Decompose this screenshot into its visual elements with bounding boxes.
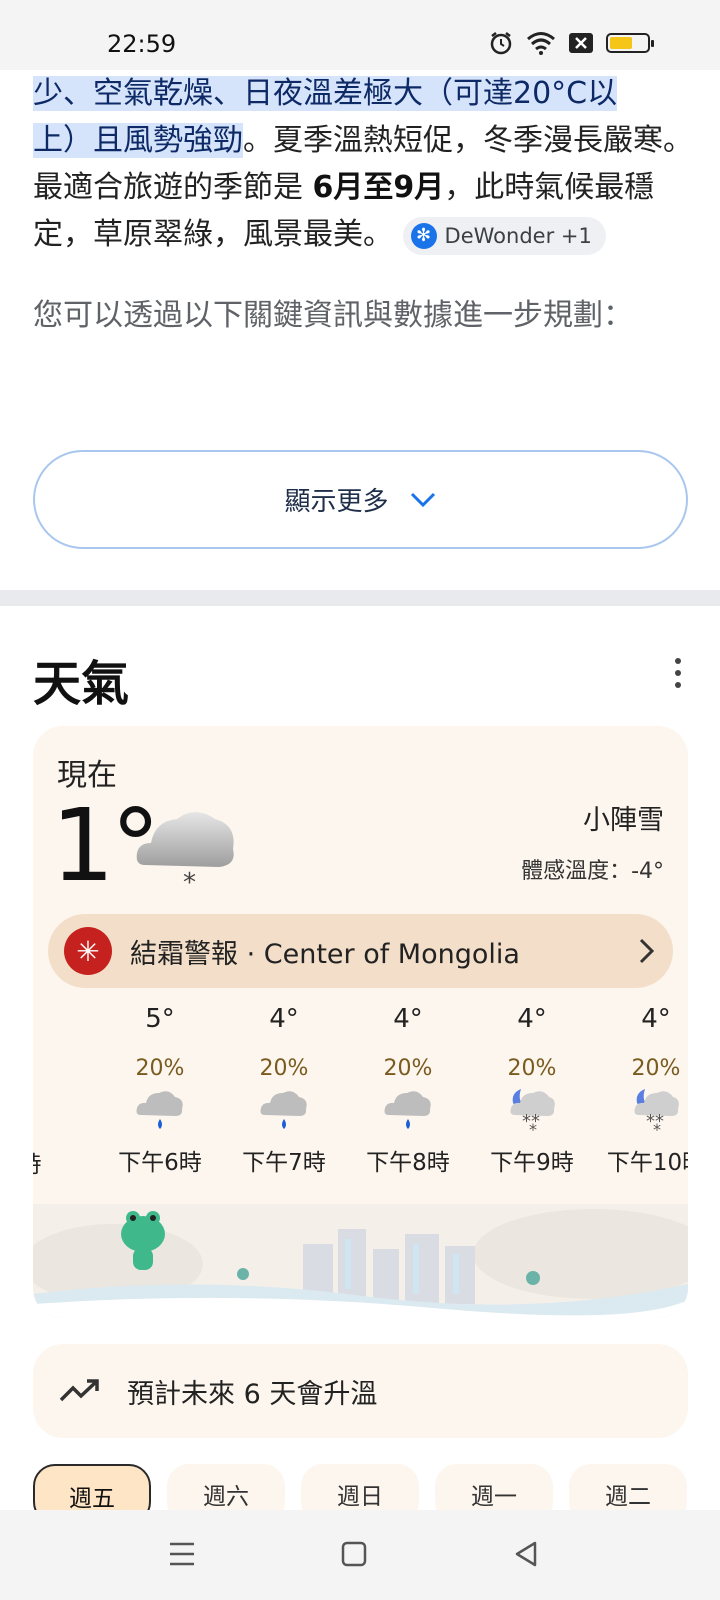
hour-time: 下午8時 — [366, 1150, 450, 1176]
menu-icon[interactable] — [160, 1532, 204, 1576]
hour-item: 4° 20% 下午8時 — [358, 1004, 458, 1177]
article-text: 少、空氣乾燥、日夜溫差極大（可達20°C以 上）且風勢強勁。夏季溫熱短促，冬季漫… — [33, 70, 693, 258]
alarm-icon — [490, 32, 512, 55]
hour-time: 時 — [33, 1145, 50, 1179]
svg-text:*: * — [529, 1120, 537, 1135]
article-bold-text: 6月至9月 — [312, 170, 445, 205]
screen: 22:59 少、空氣乾燥、日夜溫差極大（可達20°C以 上）且風勢強勁。夏季溫熱… — [0, 0, 720, 1600]
hour-temp: 4° — [269, 1004, 299, 1034]
navigation-bar — [0, 1510, 720, 1600]
hourly-forecast[interactable]: 時 5° 20% 下午6時 4° 20% 下午7時 4° 20% — [33, 1004, 688, 1204]
status-time: 22:59 — [107, 30, 177, 58]
snow-cloud-icon: * — [136, 812, 234, 896]
rain-icon — [136, 1091, 183, 1129]
chevron-down-icon — [410, 492, 435, 507]
text-fade — [0, 330, 720, 390]
more-options-icon[interactable] — [672, 658, 684, 688]
chevron-right-icon — [639, 938, 655, 964]
feels-like: 體感溫度：-4° — [521, 859, 664, 884]
hour-precip: 20% — [259, 1056, 309, 1081]
hour-item: 5° 20% 下午6時 — [110, 1004, 210, 1177]
show-more-label: 顯示更多 — [284, 487, 389, 517]
hour-precip: 20% — [631, 1056, 681, 1081]
hour-item: 4° 20% 下午7時 — [234, 1004, 334, 1177]
hour-time: 下午6時 — [118, 1150, 202, 1176]
frost-alert-icon: ✳ — [64, 927, 112, 975]
hour-precip: 20% — [135, 1056, 185, 1081]
back-icon[interactable] — [504, 1532, 548, 1576]
status-bar: 22:59 — [0, 0, 720, 70]
hour-temp: 4° — [517, 1004, 547, 1034]
home-icon[interactable] — [332, 1532, 376, 1576]
rain-icon — [260, 1091, 307, 1129]
notification-x-icon — [569, 33, 593, 53]
hour-temp: 5° — [145, 1004, 175, 1034]
svg-text:*: * — [183, 868, 196, 896]
hour-precip: 20% — [507, 1056, 557, 1081]
temperature-trend[interactable]: 預計未來 6 天會升溫 — [33, 1344, 688, 1438]
rain-icon — [384, 1091, 431, 1129]
highlighted-text-2: 上）且風勢強勁 — [33, 123, 243, 158]
hour-temp: 4° — [641, 1004, 671, 1034]
trend-text: 預計未來 6 天會升溫 — [127, 1378, 378, 1410]
hour-precip: 20% — [383, 1056, 433, 1081]
hour-item: 4° 20% ** * 下午10時 — [606, 1004, 688, 1177]
source-logo-icon: ✻ — [410, 222, 437, 249]
highlighted-text-1: 少、空氣乾燥、日夜溫差極大（可達20°C以 — [33, 76, 618, 111]
svg-text:*: * — [653, 1120, 661, 1135]
frost-alert-text: 結霜警報 · Center of Mongolia — [130, 938, 520, 970]
trending-up-icon — [59, 1379, 99, 1402]
weather-scene-illustration — [33, 1204, 688, 1318]
hour-temp: 4° — [393, 1004, 423, 1034]
weather-card: 現在 1° * 小陣雪 體感溫度：-4° ✳ 結霜警報 · Center of … — [33, 726, 688, 1318]
source-chip[interactable]: ✻ DeWonder +1 — [402, 216, 606, 255]
hour-time: 下午9時 — [490, 1150, 574, 1176]
frost-alert[interactable]: ✳ 結霜警報 · Center of Mongolia — [48, 914, 673, 988]
battery-icon — [606, 33, 654, 53]
hour-time: 下午10時 — [606, 1150, 688, 1176]
night-snow-icon: ** * — [634, 1089, 679, 1135]
weather-heading: 天氣 — [33, 656, 130, 712]
weather-condition: 小陣雪 — [583, 805, 664, 836]
show-more-button[interactable]: 顯示更多 — [33, 450, 688, 549]
status-icons — [488, 30, 654, 56]
hour-time: 下午7時 — [242, 1150, 326, 1176]
night-snow-icon: ** * — [510, 1089, 555, 1135]
wifi-icon — [527, 32, 555, 55]
section-divider — [0, 590, 720, 606]
hour-item: 4° 20% ** * 下午9時 — [482, 1004, 582, 1177]
hour-item: 時 — [33, 1004, 50, 1179]
source-chip-label: DeWonder +1 — [444, 223, 592, 248]
